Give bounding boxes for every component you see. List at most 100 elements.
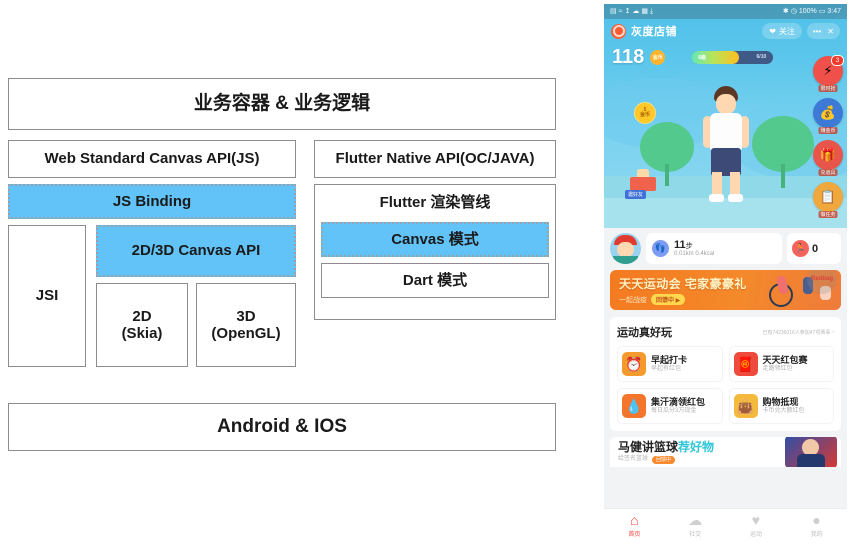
chevron-right-icon: ›: [832, 329, 834, 335]
cloud-icon: ☁: [632, 8, 640, 15]
activity-title: 购物抵现: [762, 397, 799, 407]
promo2-sub: 给签名篮球: [618, 456, 649, 463]
activity-card[interactable]: ⏰ 早起打卡 早起有红包: [617, 346, 723, 382]
home-icon: ⌂: [630, 512, 639, 528]
rail-label: 赚金币: [818, 127, 838, 134]
basketball-promo-card[interactable]: 马健讲篮球荐好物 给签名篮球 回馈中: [610, 437, 841, 467]
rail-item-exchange-props[interactable]: 🎁 兑道具: [813, 140, 843, 176]
tab-label: 首页: [628, 532, 641, 538]
coin-badge-icon[interactable]: 金币: [650, 49, 666, 65]
heart-icon: ♥: [751, 512, 761, 528]
activity-card[interactable]: 💧 集汗滴领红包 每日瓜分3万现金: [617, 388, 723, 424]
activity-card[interactable]: 🧧 天天红包赛 走路领红包: [728, 346, 834, 382]
rail-item-tasks[interactable]: 📋 做任务: [813, 182, 843, 218]
diagram-box-business: 业务容器 & 业务逻辑: [8, 78, 556, 130]
character-leg-right: [730, 172, 740, 196]
diagram-box-2d-3d-canvas-api: 2D/3D Canvas API: [96, 225, 296, 277]
sports-fun-section: 运动真好玩 已有74236016人参加47项赛事 › ⏰ 早起打卡 早起有红包 …: [610, 317, 841, 431]
red-envelope-icon: 🧧: [733, 352, 758, 376]
section-more-label: 已有74236016人参加47项赛事: [762, 329, 831, 336]
diagram-pipeline-title: Flutter 渲染管线: [379, 193, 491, 211]
avatar-character[interactable]: [700, 86, 752, 204]
alarm-icon: ◷: [790, 8, 797, 15]
diagram-box-2d-line1: 2D: [132, 307, 152, 325]
diagram-box-dart-mode: Dart 模式: [321, 263, 549, 298]
level-progress-bar[interactable]: 6级 6/10: [691, 50, 774, 64]
person-icon: ●: [812, 512, 821, 528]
activity-card-text: 集汗滴领红包 每日瓜分3万现金: [651, 397, 705, 415]
step-value: 11: [674, 238, 686, 251]
more-icon[interactable]: •••: [813, 27, 821, 36]
diagram-box-flutter-native-api: Flutter Native API(OC/JAVA): [314, 140, 556, 178]
character-shoe-right: [728, 194, 743, 202]
close-icon[interactable]: ✕: [827, 27, 834, 36]
wifi-icon: ≈: [618, 8, 623, 15]
header-actions: ❤ 关注 ••• ✕: [762, 23, 840, 39]
hero-stats-row: 118 金币 6级 6/10: [604, 43, 847, 67]
tab-label: 我的: [810, 532, 823, 538]
diagram-box-3d-line1: 3D: [236, 307, 256, 325]
diagram-box-3d-opengl: 3D (OpenGL): [196, 283, 296, 367]
diagram-box-3d-line2: (OpenGL): [211, 325, 281, 342]
follow-button[interactable]: ❤ 关注: [762, 23, 802, 39]
rail-label: 兑道具: [818, 169, 838, 176]
promo2-title-accent: 荐好物: [678, 440, 715, 455]
activity-card[interactable]: 👜 购物抵现 卡币兑大额红包: [728, 388, 834, 424]
tab-mine[interactable]: ● 我的: [786, 513, 847, 538]
avatar-face: [617, 242, 634, 257]
diagram-right-column: Flutter Native API(OC/JAVA) Flutter 渲染管线…: [314, 140, 556, 398]
activity-grid: ⏰ 早起打卡 早起有红包 🧧 天天红包赛 走路领红包 💧 集汗滴领红包 每日瓜分…: [617, 346, 834, 424]
avatar-body: [613, 256, 638, 264]
activity-title: 早起打卡: [651, 355, 688, 365]
alarm-clock-icon: ⏰: [622, 352, 646, 376]
rail-item-earn-coins[interactable]: 💰 赚金币: [813, 98, 843, 134]
tree-trunk: [781, 164, 785, 188]
invite-friend-label: 邀好友: [625, 190, 647, 199]
promo2-title: 马健讲篮球荐好物: [618, 440, 714, 454]
activity-sub: 每日瓜分3万现金: [651, 407, 697, 414]
floating-coin-icon[interactable]: 5 金币: [634, 102, 656, 124]
diagram-box-flutter-pipeline: Flutter 渲染管线 Canvas 模式 Dart 模式: [314, 184, 556, 320]
banner-chip: 回馈中 ▶: [651, 294, 686, 305]
tree-trunk: [665, 164, 669, 186]
step-card-text: 11步 0.01km 0.4kcal: [674, 239, 714, 259]
run-card[interactable]: 🏃 0: [787, 233, 841, 264]
diagram-box-web-standard-canvas-api: Web Standard Canvas API(JS): [8, 140, 296, 178]
character-face: [716, 94, 736, 114]
level-right-label: 6/10: [756, 54, 767, 60]
status-bar-right-icons: ✱ ◷ 100% ▭ 3:47: [783, 8, 841, 15]
invite-friend-icon[interactable]: [630, 169, 656, 191]
banner-sub-row: 一起战疫 回馈中 ▶: [619, 294, 747, 305]
step-count-card[interactable]: 👣 11步 0.01km 0.4kcal: [646, 233, 782, 264]
more-close-group[interactable]: ••• ✕: [806, 23, 840, 39]
download-icon: ⤓: [649, 8, 654, 15]
rail-label: 限时抢: [818, 85, 838, 92]
activity-title: 天天红包赛: [762, 355, 808, 365]
character-shoe-left: [709, 194, 724, 202]
promo-banner[interactable]: 天天运动会 宅家豪豪礼 一起战疫 回馈中 ▶ Redbag: [610, 270, 841, 310]
shopping-bag-icon: 👜: [733, 394, 758, 418]
step-value-row: 11步: [674, 239, 714, 252]
coach-illustration: [785, 437, 837, 467]
battery-icon: ▭: [818, 8, 826, 15]
follow-icon: ❤: [769, 26, 776, 36]
coin-count-label: 118: [612, 46, 645, 68]
tab-sport[interactable]: ♥ 运动: [726, 513, 787, 538]
tab-home[interactable]: ⌂ 首页: [604, 513, 665, 538]
battery-percent-label: 100%: [798, 8, 817, 15]
tab-social[interactable]: ☁ 社交: [665, 513, 726, 538]
rail-item-flash-sale[interactable]: ⚡ 3 限时抢: [813, 55, 844, 92]
section-more-link[interactable]: 已有74236016人参加47项赛事 ›: [763, 329, 834, 336]
rail-label: 做任务: [818, 211, 838, 218]
tab-label: 社交: [689, 532, 702, 538]
activity-sub: 早起有红包: [651, 365, 682, 372]
chat-icon: ☁: [688, 512, 703, 528]
user-avatar[interactable]: [610, 233, 641, 264]
section-title: 运动真好玩: [617, 327, 672, 339]
status-bar-left-icons: ▤ ≈ ↥ ☁ ▦ ⤓: [610, 8, 653, 15]
shop-logo-icon: [611, 23, 626, 39]
promo2-chip: 回馈中: [652, 455, 676, 464]
character-leg-left: [712, 172, 722, 196]
banner-title: 天天运动会 宅家豪豪礼: [619, 277, 747, 291]
coach-body: [797, 454, 825, 467]
